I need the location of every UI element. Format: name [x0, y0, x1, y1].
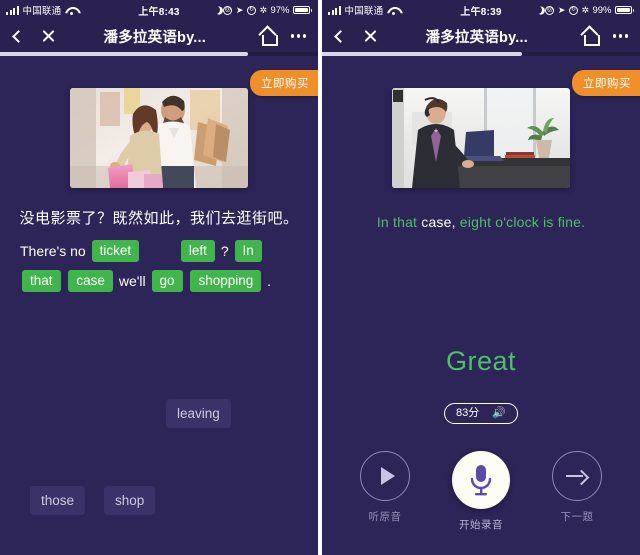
practice-controls: 听原音 开始录音 下一题 [322, 451, 640, 532]
lesson-image-businessman-desk [392, 88, 570, 188]
nav-bar-left: 潘多拉英语by... [0, 20, 318, 52]
battery-icon [615, 5, 634, 15]
buy-now-button[interactable]: 立即购买 [250, 70, 318, 96]
play-icon [380, 467, 395, 485]
page-title: 潘多拉英语by... [425, 29, 528, 46]
status-right-group: @ ➤ ↻ ✲ 97% [211, 4, 312, 16]
carrier-label: 中国联通 [344, 6, 384, 17]
control-label-next: 下一题 [560, 511, 594, 523]
microphone-icon [470, 465, 492, 496]
phone-screen-right: 中国联通 上午8:39 @ ➤ ↻ ✲ 99% 潘多拉英语by... 立即购买 … [320, 0, 640, 555]
answer-chip-shopping[interactable]: shopping [190, 270, 262, 293]
answer-chip-left[interactable]: left [180, 240, 215, 263]
record-button[interactable] [452, 451, 510, 509]
dual-screenshot-stage: 中国联通 上午8:43 @ ➤ ↻ ✲ 97% 潘多拉英语by... 立即购买 … [0, 0, 640, 555]
answer-chip-in[interactable]: In [234, 240, 262, 263]
sentence-part-1: In that [376, 214, 422, 230]
status-right-group: @ ➤ ↻ ✲ 99% [533, 4, 634, 16]
arrow-right-icon [566, 470, 588, 482]
control-label-play: 听原音 [368, 511, 402, 523]
prompt-chinese: 没电影票了？既然如此，我们去逛街吧。 [19, 210, 299, 227]
nav-bar-right: 潘多拉英语by... [322, 20, 640, 52]
moon-icon [211, 5, 221, 15]
lesson-body-left: 立即购买 没电影票了？既然如此，我们去逛街吧。 There's no ticke… [0, 56, 318, 555]
carrier-label: 中国联通 [22, 6, 62, 17]
score-badge[interactable]: 83分 🔊 [444, 403, 518, 424]
lesson-image-shopping-couple [70, 88, 248, 188]
status-left-group: 中国联通 [6, 3, 77, 17]
answer-sentence: There's no ticket left ? In that case we… [20, 236, 302, 296]
answer-chip-case[interactable]: case [68, 270, 113, 293]
alarm-icon: @ [223, 5, 233, 15]
battery-percent-label: 99% [592, 4, 612, 16]
rotation-lock-icon: ↻ [568, 5, 578, 15]
control-label-record: 开始录音 [459, 519, 503, 531]
next-button[interactable] [552, 451, 602, 501]
location-icon: ➤ [235, 4, 244, 15]
close-icon[interactable] [41, 29, 56, 44]
answer-token-plain: There's no [20, 242, 86, 259]
answer-chip-that[interactable]: that [22, 270, 61, 293]
back-icon[interactable] [12, 29, 25, 43]
score-value: 83分 [456, 407, 480, 419]
play-button[interactable] [360, 451, 410, 501]
status-bar-right: 中国联通 上午8:39 @ ➤ ↻ ✲ 99% [322, 0, 640, 20]
answer-token-period: . [267, 272, 272, 289]
result-word: Great [445, 346, 517, 376]
home-icon[interactable] [260, 28, 278, 46]
rotation-lock-icon: ↻ [246, 5, 256, 15]
sentence-part-highlight: case, [421, 214, 456, 230]
word-bank-chip-shop[interactable]: shop [104, 486, 156, 515]
more-options-icon[interactable] [612, 34, 628, 38]
status-bar-left: 中国联通 上午8:43 @ ➤ ↻ ✲ 97% [0, 0, 318, 20]
bluetooth-icon: ✲ [259, 4, 267, 15]
bluetooth-icon: ✲ [581, 4, 589, 15]
home-icon[interactable] [582, 28, 600, 46]
battery-icon [293, 5, 312, 15]
moon-icon [533, 5, 543, 15]
wifi-icon [65, 6, 77, 15]
phone-screen-left: 中国联通 上午8:43 @ ➤ ↻ ✲ 97% 潘多拉英语by... 立即购买 … [0, 0, 320, 555]
word-bank-chip-leaving[interactable]: leaving [166, 399, 231, 428]
alarm-icon: @ [545, 5, 555, 15]
location-icon: ➤ [557, 4, 566, 15]
close-icon[interactable] [363, 29, 378, 44]
lesson-body-right: 立即购买 In that case, eight o'clock is fine… [322, 56, 640, 555]
buy-now-button[interactable]: 立即购买 [572, 70, 640, 96]
answer-token-question-mark: ? [220, 242, 229, 259]
control-next-question[interactable]: 下一题 [548, 451, 606, 524]
control-start-recording[interactable]: 开始录音 [452, 451, 510, 532]
sentence-part-2: eight o'clock is fine. [455, 214, 586, 230]
answer-chip-go[interactable]: go [151, 270, 183, 293]
status-left-group: 中国联通 [328, 3, 399, 17]
page-title: 潘多拉英语by... [103, 29, 206, 46]
wifi-icon [387, 6, 399, 15]
control-play-original[interactable]: 听原音 [356, 451, 414, 524]
back-icon[interactable] [334, 29, 347, 43]
answer-chip-ticket[interactable]: ticket [91, 240, 140, 263]
word-bank-chip-those[interactable]: those [30, 486, 86, 515]
speaker-icon[interactable]: 🔊 [492, 408, 506, 419]
more-options-icon[interactable] [290, 34, 306, 38]
answer-token-well: we'll [118, 272, 146, 289]
signal-icon [6, 5, 19, 15]
battery-percent-label: 97% [270, 4, 290, 16]
signal-icon [328, 5, 341, 15]
target-sentence: In that case, eight o'clock is fine. [322, 214, 640, 230]
